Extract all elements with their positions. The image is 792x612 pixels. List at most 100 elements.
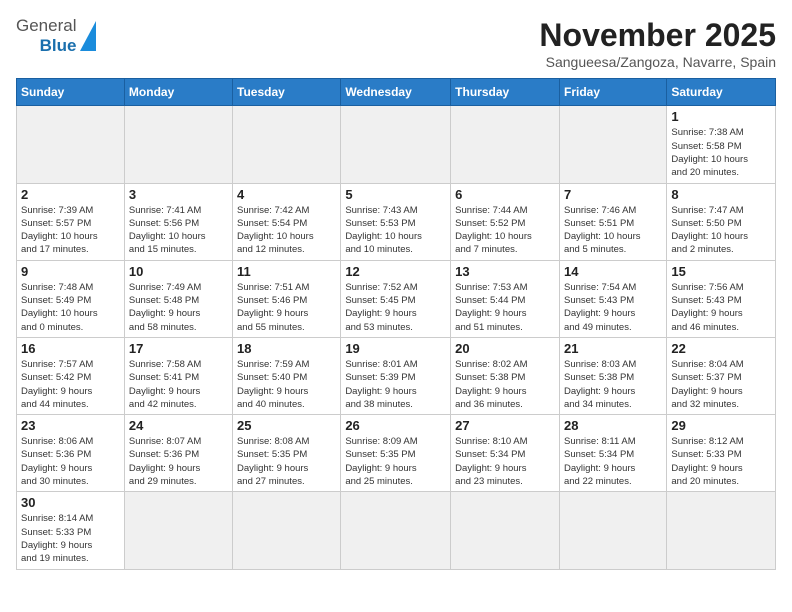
column-header-saturday: Saturday xyxy=(667,79,776,106)
day-cell: 13Sunrise: 7:53 AM Sunset: 5:44 PM Dayli… xyxy=(451,260,560,337)
week-row-6: 30 Sunrise: 8:14 AM Sunset: 5:33 PM Dayli… xyxy=(17,492,776,569)
day-cell: 5 Sunrise: 7:43 AM Sunset: 5:53 PM Daylig… xyxy=(341,183,451,260)
day-cell xyxy=(233,106,341,183)
day-cell: 26 Sunrise: 8:09 AM Sunset: 5:35 PM Dayli… xyxy=(341,415,451,492)
day-cell: 21 Sunrise: 8:03 AM Sunset: 5:38 PM Dayli… xyxy=(559,337,666,414)
column-header-friday: Friday xyxy=(559,79,666,106)
day-info: Sunrise: 8:11 AM Sunset: 5:34 PM Dayligh… xyxy=(564,435,662,488)
day-cell xyxy=(559,106,666,183)
day-info: Sunrise: 7:46 AM Sunset: 5:51 PM Dayligh… xyxy=(564,204,662,257)
day-cell: 28 Sunrise: 8:11 AM Sunset: 5:34 PM Dayli… xyxy=(559,415,666,492)
page-header: General Blue November 2025 Sangueesa/Zan… xyxy=(16,16,776,70)
column-header-monday: Monday xyxy=(124,79,232,106)
day-cell: 16 Sunrise: 7:57 AM Sunset: 5:42 PM Dayli… xyxy=(17,337,125,414)
day-number: 23 xyxy=(21,418,120,433)
day-info: Sunrise: 7:56 AM Sunset: 5:43 PM Dayligh… xyxy=(671,281,771,334)
day-number: 7 xyxy=(564,187,662,202)
week-row-1: 1 Sunrise: 7:38 AM Sunset: 5:58 PM Daylig… xyxy=(17,106,776,183)
day-info: Sunrise: 8:03 AM Sunset: 5:38 PM Dayligh… xyxy=(564,358,662,411)
calendar-table: SundayMondayTuesdayWednesdayThursdayFrid… xyxy=(16,78,776,569)
day-cell xyxy=(451,106,560,183)
day-number: 24 xyxy=(129,418,228,433)
day-info: Sunrise: 7:42 AM Sunset: 5:54 PM Dayligh… xyxy=(237,204,336,257)
day-cell xyxy=(341,106,451,183)
day-number: 16 xyxy=(21,341,120,356)
day-info: Sunrise: 7:59 AM Sunset: 5:40 PM Dayligh… xyxy=(237,358,336,411)
day-info: Sunrise: 7:53 AM Sunset: 5:44 PM Dayligh… xyxy=(455,281,555,334)
day-cell: 9 Sunrise: 7:48 AM Sunset: 5:49 PM Daylig… xyxy=(17,260,125,337)
day-info: Sunrise: 7:54 AM Sunset: 5:43 PM Dayligh… xyxy=(564,281,662,334)
day-number: 28 xyxy=(564,418,662,433)
day-number: 6 xyxy=(455,187,555,202)
day-info: Sunrise: 7:49 AM Sunset: 5:48 PM Dayligh… xyxy=(129,281,228,334)
day-cell: 6Sunrise: 7:44 AM Sunset: 5:52 PM Daylig… xyxy=(451,183,560,260)
day-number: 21 xyxy=(564,341,662,356)
day-info: Sunrise: 8:14 AM Sunset: 5:33 PM Dayligh… xyxy=(21,512,120,565)
day-number: 8 xyxy=(671,187,771,202)
day-info: Sunrise: 7:43 AM Sunset: 5:53 PM Dayligh… xyxy=(345,204,446,257)
column-header-wednesday: Wednesday xyxy=(341,79,451,106)
day-cell xyxy=(233,492,341,569)
day-cell xyxy=(559,492,666,569)
day-info: Sunrise: 7:39 AM Sunset: 5:57 PM Dayligh… xyxy=(21,204,120,257)
day-info: Sunrise: 7:57 AM Sunset: 5:42 PM Dayligh… xyxy=(21,358,120,411)
week-row-3: 9 Sunrise: 7:48 AM Sunset: 5:49 PM Daylig… xyxy=(17,260,776,337)
day-info: Sunrise: 7:58 AM Sunset: 5:41 PM Dayligh… xyxy=(129,358,228,411)
day-cell xyxy=(451,492,560,569)
day-number: 1 xyxy=(671,109,771,124)
day-cell: 30 Sunrise: 8:14 AM Sunset: 5:33 PM Dayli… xyxy=(17,492,125,569)
day-number: 4 xyxy=(237,187,336,202)
day-info: Sunrise: 8:10 AM Sunset: 5:34 PM Dayligh… xyxy=(455,435,555,488)
day-info: Sunrise: 8:02 AM Sunset: 5:38 PM Dayligh… xyxy=(455,358,555,411)
week-row-2: 2 Sunrise: 7:39 AM Sunset: 5:57 PM Daylig… xyxy=(17,183,776,260)
day-cell: 19Sunrise: 8:01 AM Sunset: 5:39 PM Dayli… xyxy=(341,337,451,414)
day-cell: 27Sunrise: 8:10 AM Sunset: 5:34 PM Dayli… xyxy=(451,415,560,492)
title-block: November 2025 Sangueesa/Zangoza, Navarre… xyxy=(539,16,776,70)
day-cell: 17Sunrise: 7:58 AM Sunset: 5:41 PM Dayli… xyxy=(124,337,232,414)
day-number: 29 xyxy=(671,418,771,433)
day-cell xyxy=(124,492,232,569)
day-info: Sunrise: 7:41 AM Sunset: 5:56 PM Dayligh… xyxy=(129,204,228,257)
day-cell: 3Sunrise: 7:41 AM Sunset: 5:56 PM Daylig… xyxy=(124,183,232,260)
day-cell xyxy=(667,492,776,569)
column-header-thursday: Thursday xyxy=(451,79,560,106)
day-number: 2 xyxy=(21,187,120,202)
day-number: 5 xyxy=(345,187,446,202)
day-info: Sunrise: 7:38 AM Sunset: 5:58 PM Dayligh… xyxy=(671,126,771,179)
day-cell: 23 Sunrise: 8:06 AM Sunset: 5:36 PM Dayli… xyxy=(17,415,125,492)
logo-blue: Blue xyxy=(40,36,77,56)
day-info: Sunrise: 8:12 AM Sunset: 5:33 PM Dayligh… xyxy=(671,435,771,488)
day-cell: 7 Sunrise: 7:46 AM Sunset: 5:51 PM Daylig… xyxy=(559,183,666,260)
column-header-sunday: Sunday xyxy=(17,79,125,106)
day-number: 30 xyxy=(21,495,120,510)
day-info: Sunrise: 7:48 AM Sunset: 5:49 PM Dayligh… xyxy=(21,281,120,334)
day-cell xyxy=(17,106,125,183)
day-cell: 14Sunrise: 7:54 AM Sunset: 5:43 PM Dayli… xyxy=(559,260,666,337)
day-cell: 18Sunrise: 7:59 AM Sunset: 5:40 PM Dayli… xyxy=(233,337,341,414)
day-number: 15 xyxy=(671,264,771,279)
day-cell: 15 Sunrise: 7:56 AM Sunset: 5:43 PM Dayli… xyxy=(667,260,776,337)
day-cell: 11 Sunrise: 7:51 AM Sunset: 5:46 PM Dayli… xyxy=(233,260,341,337)
day-info: Sunrise: 8:04 AM Sunset: 5:37 PM Dayligh… xyxy=(671,358,771,411)
calendar-header-row: SundayMondayTuesdayWednesdayThursdayFrid… xyxy=(17,79,776,106)
day-info: Sunrise: 8:06 AM Sunset: 5:36 PM Dayligh… xyxy=(21,435,120,488)
day-number: 10 xyxy=(129,264,228,279)
day-number: 9 xyxy=(21,264,120,279)
day-cell: 25Sunrise: 8:08 AM Sunset: 5:35 PM Dayli… xyxy=(233,415,341,492)
day-number: 25 xyxy=(237,418,336,433)
day-info: Sunrise: 7:51 AM Sunset: 5:46 PM Dayligh… xyxy=(237,281,336,334)
day-cell: 24Sunrise: 8:07 AM Sunset: 5:36 PM Dayli… xyxy=(124,415,232,492)
day-number: 22 xyxy=(671,341,771,356)
day-number: 20 xyxy=(455,341,555,356)
day-cell: 2 Sunrise: 7:39 AM Sunset: 5:57 PM Daylig… xyxy=(17,183,125,260)
week-row-4: 16 Sunrise: 7:57 AM Sunset: 5:42 PM Dayli… xyxy=(17,337,776,414)
day-number: 26 xyxy=(345,418,446,433)
day-cell: 8Sunrise: 7:47 AM Sunset: 5:50 PM Daylig… xyxy=(667,183,776,260)
logo: General Blue xyxy=(16,16,96,56)
day-cell xyxy=(341,492,451,569)
day-number: 11 xyxy=(237,264,336,279)
day-cell: 10 Sunrise: 7:49 AM Sunset: 5:48 PM Dayli… xyxy=(124,260,232,337)
day-info: Sunrise: 8:09 AM Sunset: 5:35 PM Dayligh… xyxy=(345,435,446,488)
day-cell xyxy=(124,106,232,183)
location: Sangueesa/Zangoza, Navarre, Spain xyxy=(539,54,776,70)
